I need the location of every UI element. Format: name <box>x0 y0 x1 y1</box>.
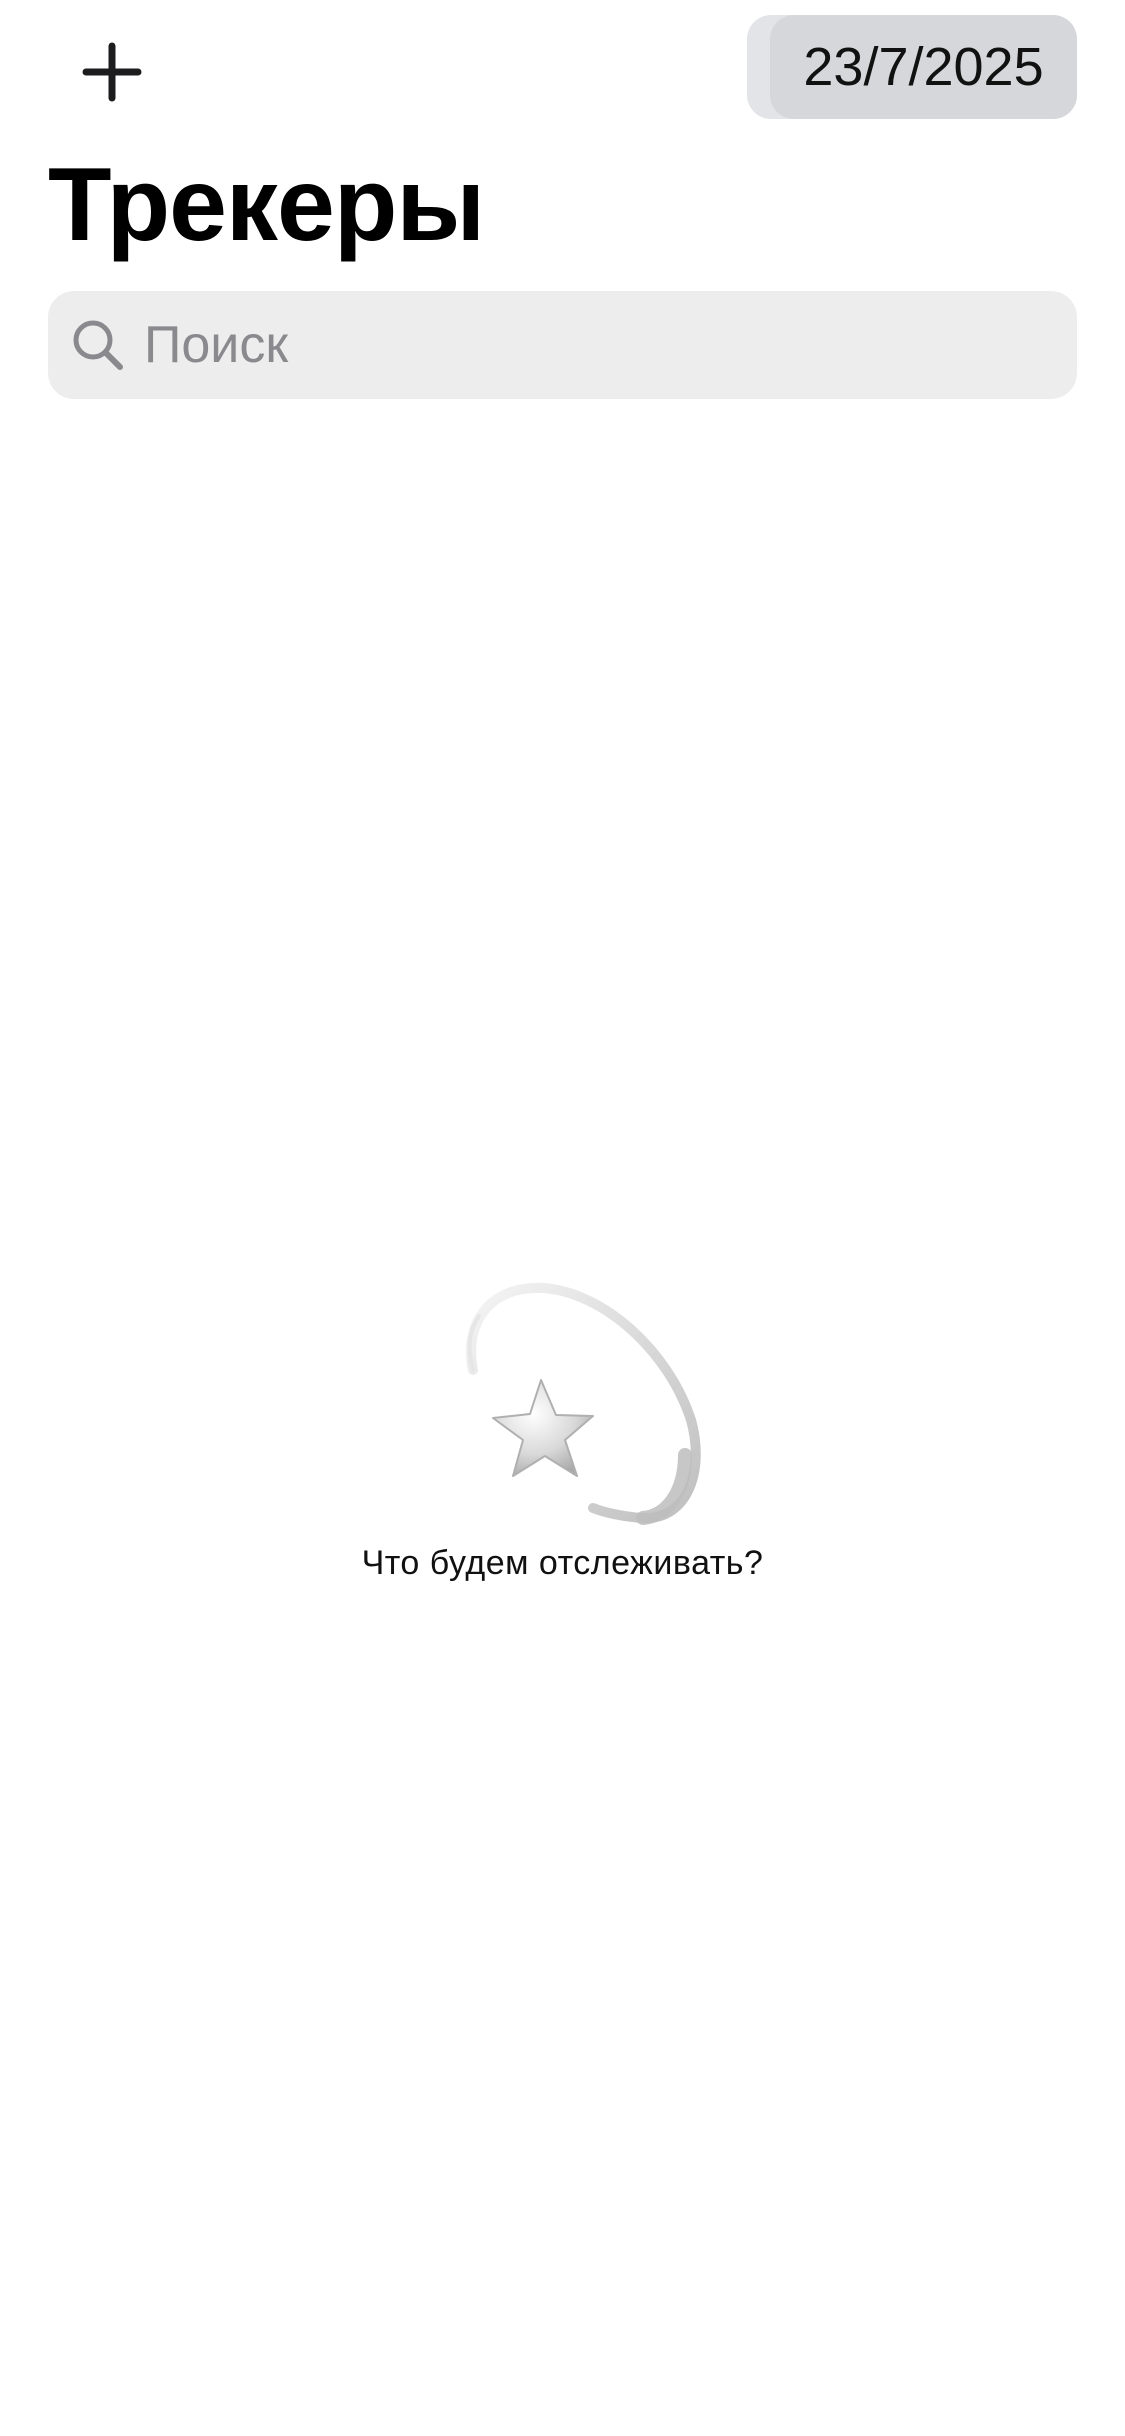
empty-state: Что будем отслеживать? <box>0 1280 1125 1583</box>
page-title: Трекеры <box>48 147 485 263</box>
empty-state-message: Что будем отслеживать? <box>361 1544 764 1582</box>
search-input[interactable] <box>144 291 1044 399</box>
date-picker-button[interactable]: 23/7/2025 <box>770 15 1077 119</box>
date-label: 23/7/2025 <box>803 37 1044 97</box>
plus-icon <box>82 42 142 102</box>
magnifying-glass-icon <box>73 320 123 370</box>
shooting-star-icon <box>465 1282 701 1525</box>
search-bar[interactable] <box>48 291 1077 399</box>
add-tracker-button[interactable] <box>70 30 154 114</box>
